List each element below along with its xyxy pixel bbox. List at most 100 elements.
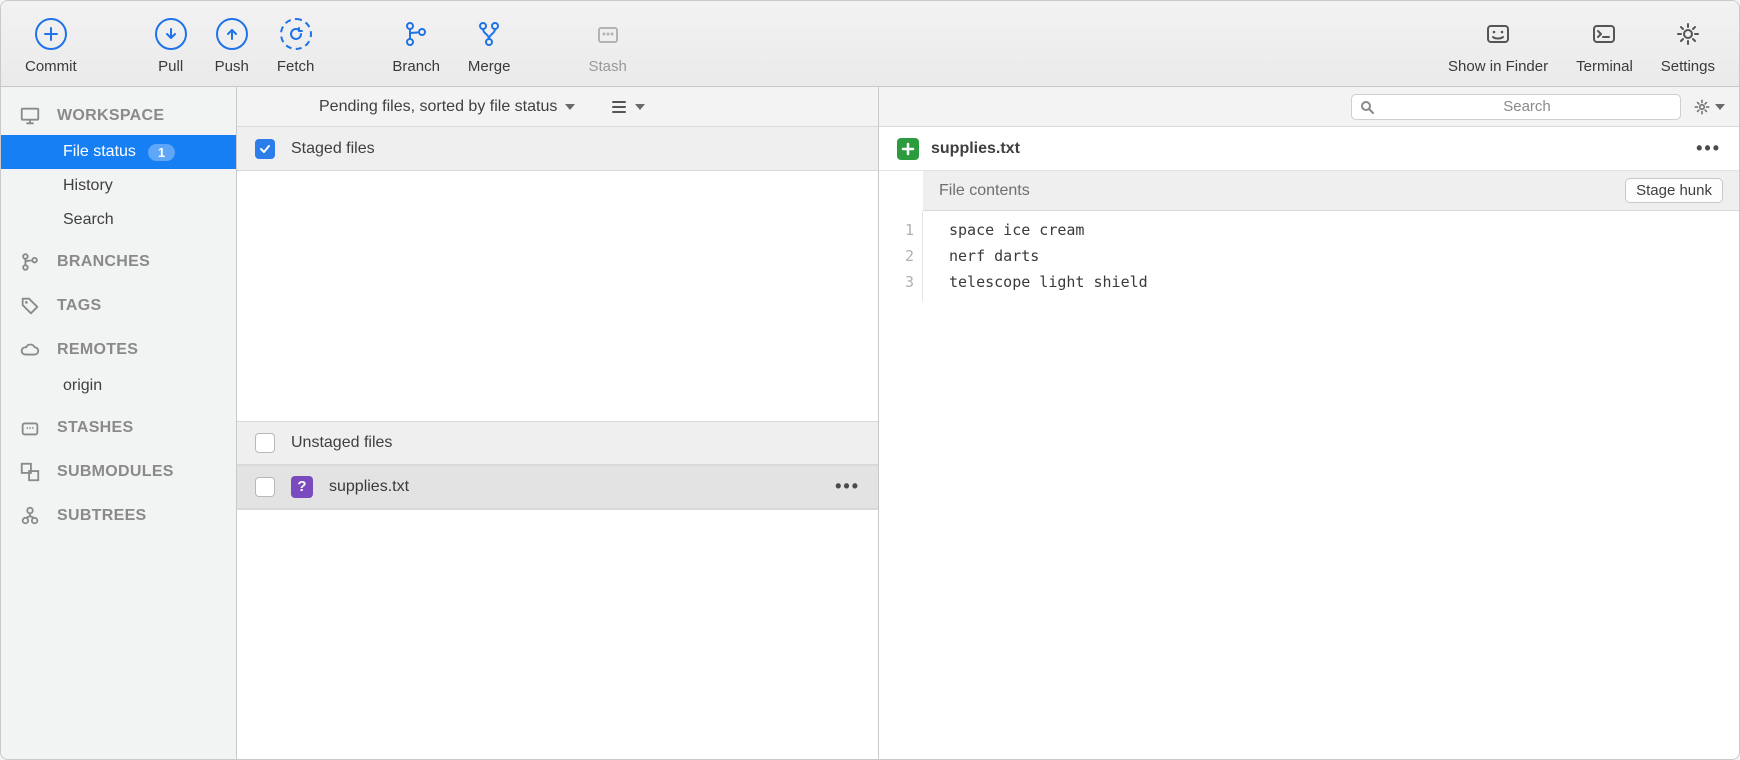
finder-icon [1482, 18, 1514, 50]
code-lines: space ice cream nerf darts telescope lig… [923, 211, 1148, 301]
merge-button[interactable]: Merge [454, 16, 525, 75]
fetch-button[interactable]: Fetch [263, 16, 329, 75]
code-line: telescope light shield [949, 269, 1148, 295]
sidebar-section-submodules[interactable]: SUBMODULES [1, 447, 236, 491]
submodules-icon [19, 461, 41, 483]
stash-icon [19, 417, 41, 439]
submodules-label: SUBMODULES [57, 463, 174, 481]
sidebar-section-workspace[interactable]: WORKSPACE [1, 91, 236, 135]
chevron-down-icon [1715, 104, 1725, 110]
sidebar-section-subtrees[interactable]: SUBTREES [1, 491, 236, 535]
unstaged-files-label: Unstaged files [291, 434, 392, 452]
terminal-button[interactable]: Terminal [1562, 16, 1647, 75]
pull-button[interactable]: Pull [141, 16, 201, 75]
sidebar-section-branches[interactable]: BRANCHES [1, 237, 236, 281]
file-actions-button[interactable]: ••• [835, 476, 860, 497]
diff-settings-dropdown[interactable] [1693, 98, 1725, 116]
sidebar: WORKSPACE File status 1 History Search B… [1, 87, 237, 759]
branch-icon [400, 18, 432, 50]
monitor-icon [19, 105, 41, 127]
push-label: Push [215, 58, 249, 75]
unstaged-checkbox[interactable] [255, 433, 275, 453]
push-button[interactable]: Push [201, 16, 263, 75]
branch-button[interactable]: Branch [378, 16, 454, 75]
file-status-added-icon [897, 138, 919, 160]
main-toolbar: Commit Pull Push Fetch [1, 1, 1739, 87]
stash-label: Stash [588, 58, 626, 75]
diff-code: 1 2 3 space ice cream nerf darts telesco… [879, 211, 1739, 301]
view-mode-dropdown[interactable] [611, 100, 645, 114]
settings-label: Settings [1661, 58, 1715, 75]
list-icon [611, 100, 627, 114]
subtrees-icon [19, 505, 41, 527]
pending-files-dropdown[interactable]: Pending files, sorted by file status [319, 98, 575, 116]
app-window: Commit Pull Push Fetch [0, 0, 1740, 760]
chevron-down-icon [565, 104, 575, 110]
hunk-header: File contents Stage hunk [923, 171, 1739, 211]
sidebar-item-file-status[interactable]: File status 1 [1, 135, 236, 169]
settings-button[interactable]: Settings [1647, 16, 1729, 75]
file-checkbox[interactable] [255, 477, 275, 497]
search-label: Search [63, 211, 114, 229]
sidebar-section-tags[interactable]: TAGS [1, 281, 236, 325]
file-name: supplies.txt [329, 478, 409, 496]
arrow-up-icon [216, 18, 248, 50]
filter-bar: Pending files, sorted by file status [237, 87, 878, 127]
merge-label: Merge [468, 58, 511, 75]
chevron-down-icon [635, 104, 645, 110]
branches-label: BRANCHES [57, 253, 150, 271]
terminal-label: Terminal [1576, 58, 1633, 75]
stash-icon [592, 18, 624, 50]
commit-label: Commit [25, 58, 77, 75]
show-in-finder-button[interactable]: Show in Finder [1434, 16, 1562, 75]
pull-label: Pull [158, 58, 183, 75]
diff-file-header: supplies.txt ••• [879, 127, 1739, 171]
file-row-supplies[interactable]: ? supplies.txt ••• [237, 465, 878, 509]
merge-icon [473, 18, 505, 50]
sidebar-section-remotes[interactable]: REMOTES [1, 325, 236, 369]
linenum: 2 [879, 243, 914, 269]
sidebar-item-search[interactable]: Search [1, 203, 236, 237]
origin-label: origin [63, 377, 102, 395]
cloud-icon [19, 339, 41, 361]
code-line: nerf darts [949, 243, 1148, 269]
plus-icon [35, 18, 67, 50]
sidebar-section-stashes[interactable]: STASHES [1, 403, 236, 447]
stage-hunk-button[interactable]: Stage hunk [1625, 178, 1723, 203]
line-numbers: 1 2 3 [879, 211, 923, 301]
history-label: History [63, 177, 113, 195]
pending-files-label: Pending files, sorted by file status [319, 98, 557, 116]
search-icon [1360, 100, 1374, 114]
staged-files-list [237, 171, 878, 421]
search-input[interactable]: Search [1351, 94, 1681, 120]
tags-label: TAGS [57, 297, 101, 315]
stash-button[interactable]: Stash [574, 16, 640, 75]
gear-icon [1693, 98, 1711, 116]
commit-button[interactable]: Commit [11, 16, 91, 75]
staged-files-label: Staged files [291, 140, 375, 158]
show-in-finder-label: Show in Finder [1448, 58, 1548, 75]
branch-label: Branch [392, 58, 440, 75]
sidebar-item-history[interactable]: History [1, 169, 236, 203]
diff-actions-button[interactable]: ••• [1696, 138, 1721, 159]
branch-icon [19, 251, 41, 273]
toolbar-left-group: Commit Pull Push Fetch [11, 16, 641, 75]
search-placeholder: Search [1382, 98, 1672, 115]
arrow-down-icon [155, 18, 187, 50]
file-status-unknown-icon: ? [291, 476, 313, 498]
workspace-label: WORKSPACE [57, 107, 164, 125]
fetch-label: Fetch [277, 58, 315, 75]
file-status-badge: 1 [148, 144, 175, 161]
sidebar-item-origin[interactable]: origin [1, 369, 236, 403]
code-line: space ice cream [949, 217, 1148, 243]
stage-hunk-label: Stage hunk [1636, 182, 1712, 199]
staged-files-header: Staged files [237, 127, 878, 171]
subtrees-label: SUBTREES [57, 507, 147, 525]
terminal-icon [1588, 18, 1620, 50]
remotes-label: REMOTES [57, 341, 138, 359]
gear-icon [1672, 18, 1704, 50]
diff-topbar: Search [879, 87, 1739, 127]
linenum: 1 [879, 217, 914, 243]
staged-checkbox[interactable] [255, 139, 275, 159]
stashes-label: STASHES [57, 419, 133, 437]
